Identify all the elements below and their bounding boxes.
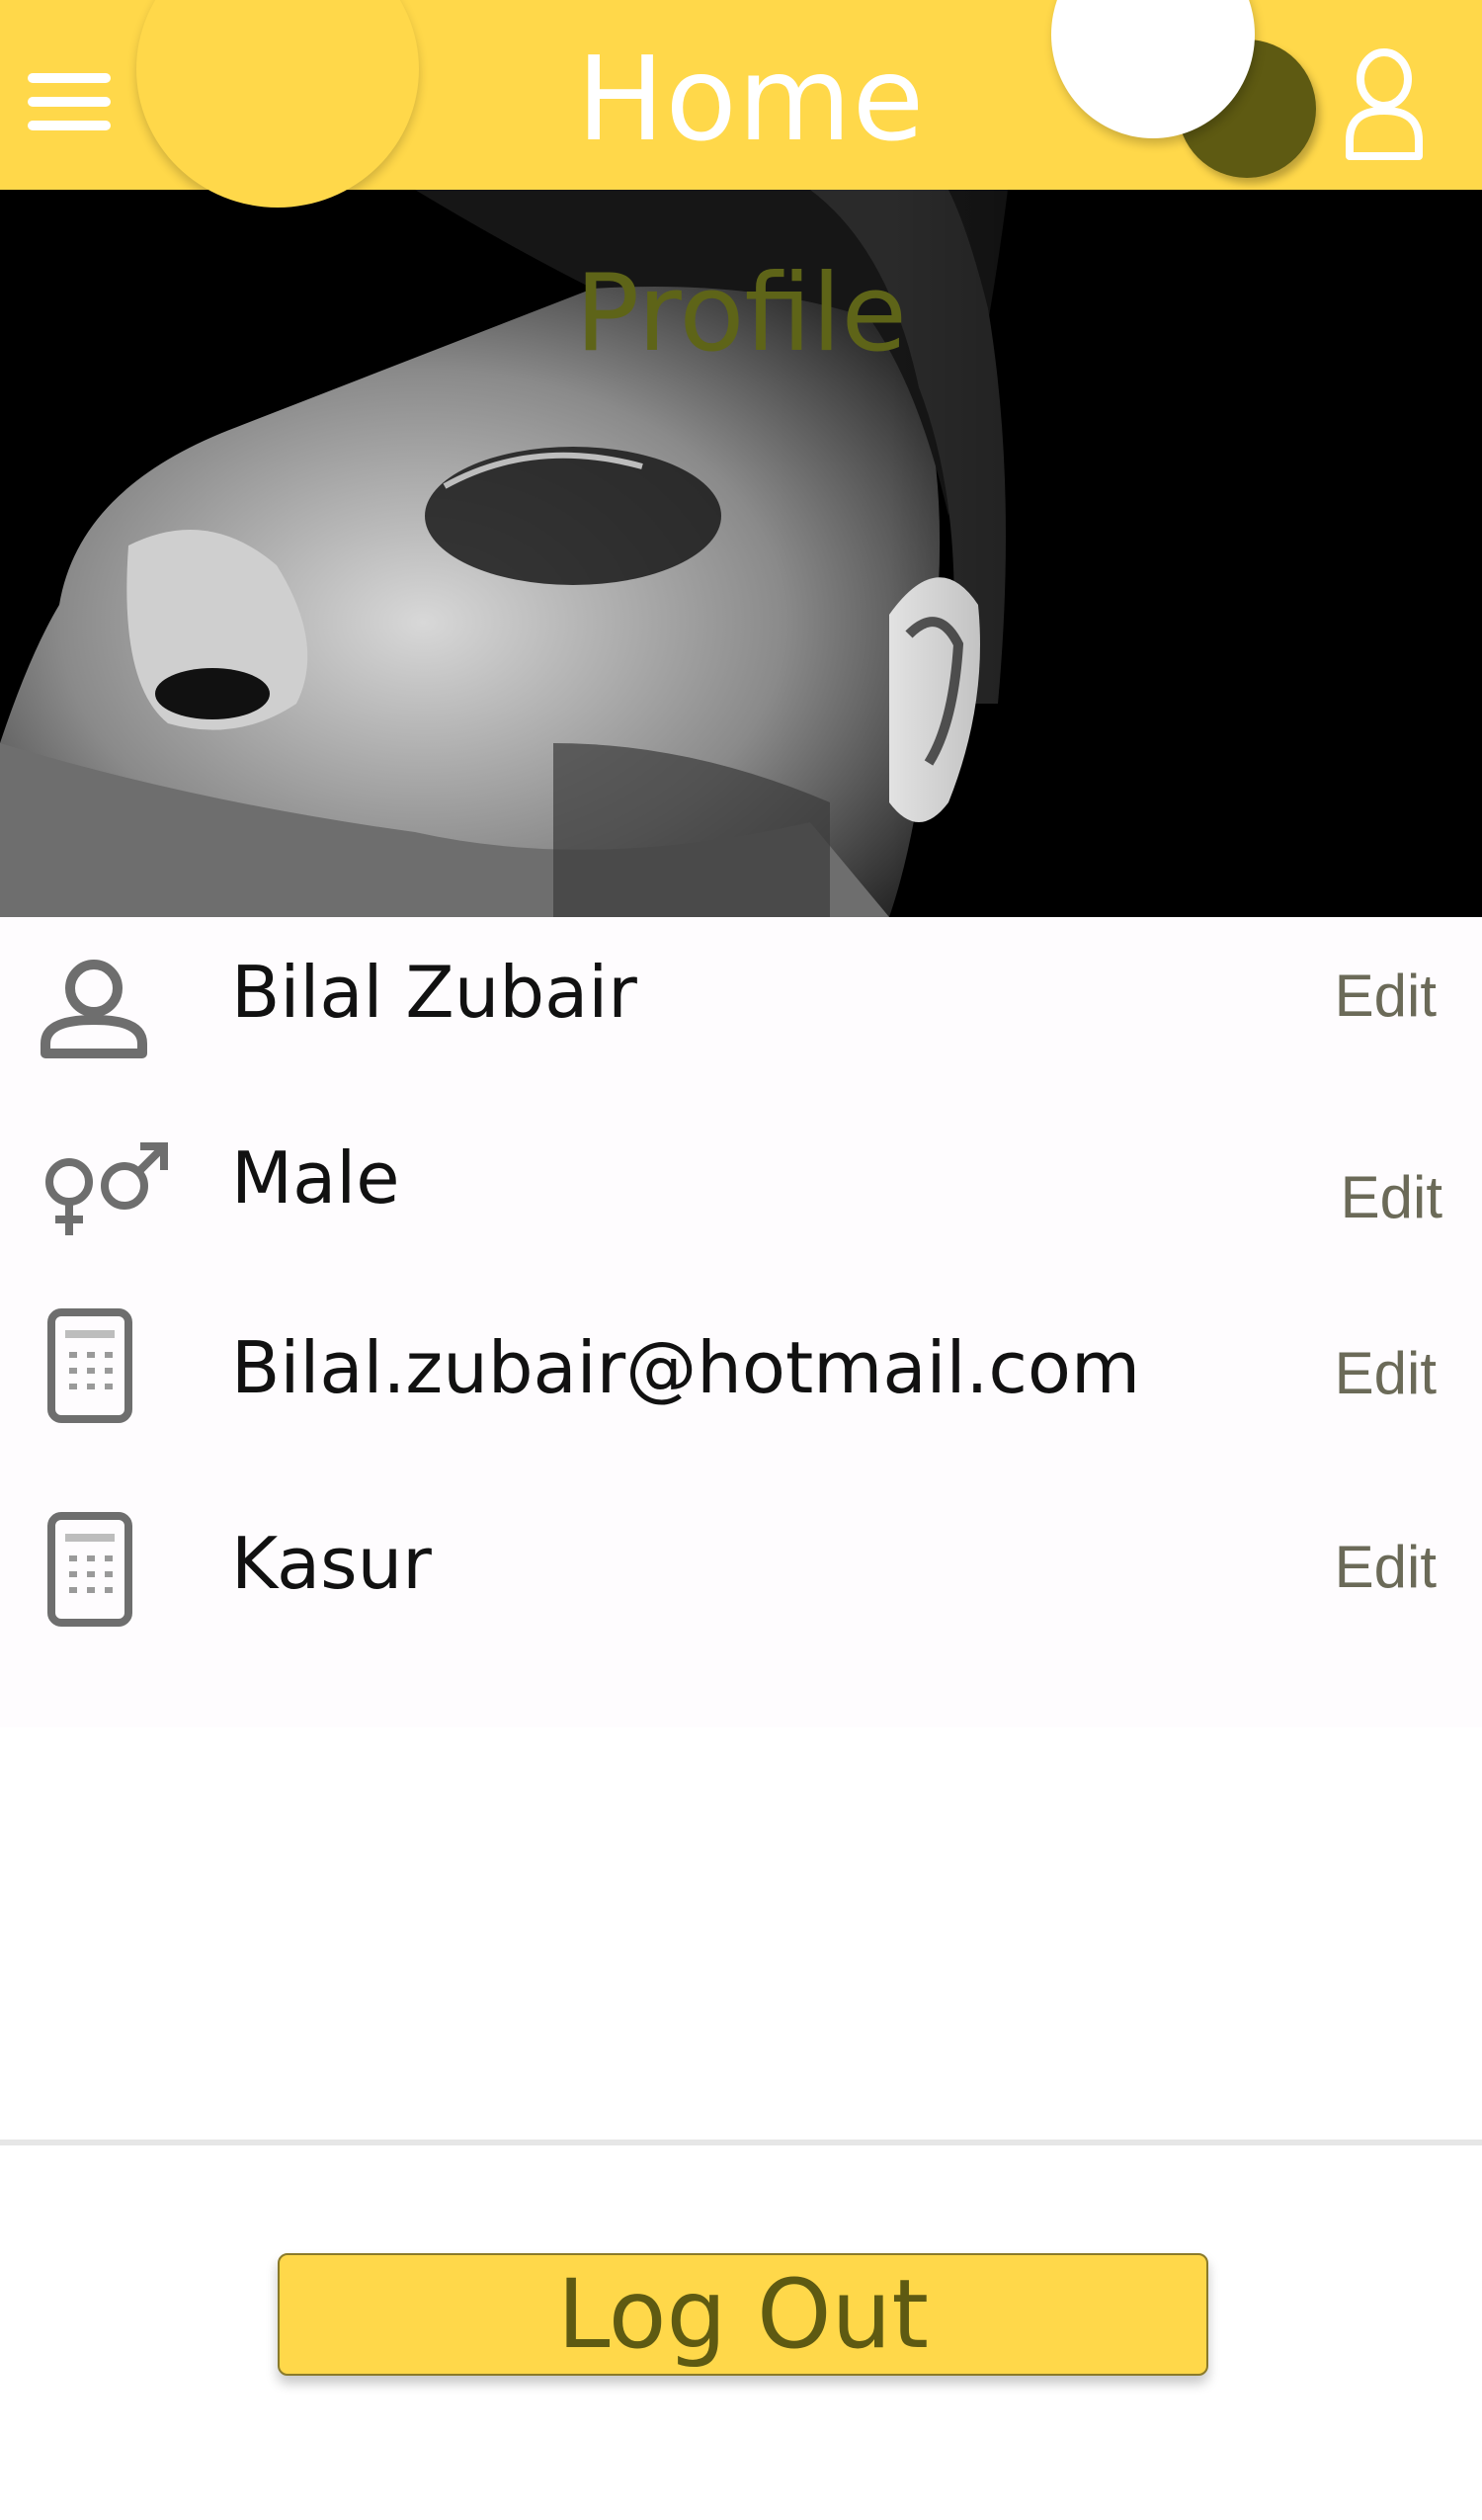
- edit-city-button[interactable]: Edit: [1335, 1508, 1437, 1627]
- page-title: Home: [576, 31, 926, 167]
- list-item-gender: Male Edit: [0, 1105, 1482, 1293]
- phone-icon: [36, 1308, 152, 1427]
- profile-name: Bilal Zubair: [231, 951, 637, 1034]
- profile-screen: Home Profile Bilal Zubair Edit Male Edit…: [0, 0, 1482, 2520]
- edit-name-button[interactable]: Edit: [1335, 937, 1437, 1055]
- list-item-name: Bilal Zubair Edit: [0, 917, 1482, 1105]
- logout-button[interactable]: Log Out: [278, 2253, 1208, 2376]
- list-item-email: Bilal.zubair@hotmail.com Edit: [0, 1293, 1482, 1480]
- edit-gender-button[interactable]: Edit: [1341, 1138, 1442, 1257]
- cover-photo: Profile: [0, 190, 1482, 917]
- cover-title: Profile: [575, 252, 907, 376]
- hamburger-menu-icon[interactable]: [28, 73, 111, 132]
- person-icon: [36, 947, 152, 1065]
- person-outline-icon[interactable]: [1340, 45, 1429, 164]
- divider: [0, 2140, 1482, 2145]
- profile-gender: Male: [231, 1136, 400, 1219]
- profile-info-list: Bilal Zubair Edit Male Edit Bilal.zubair…: [0, 917, 1482, 1727]
- phone-icon: [36, 1512, 152, 1631]
- gender-icon: [36, 1129, 168, 1247]
- edit-email-button[interactable]: Edit: [1335, 1314, 1437, 1433]
- profile-city: Kasur: [231, 1522, 432, 1605]
- list-item-city: Kasur Edit: [0, 1490, 1482, 1678]
- profile-email: Bilal.zubair@hotmail.com: [231, 1326, 1141, 1409]
